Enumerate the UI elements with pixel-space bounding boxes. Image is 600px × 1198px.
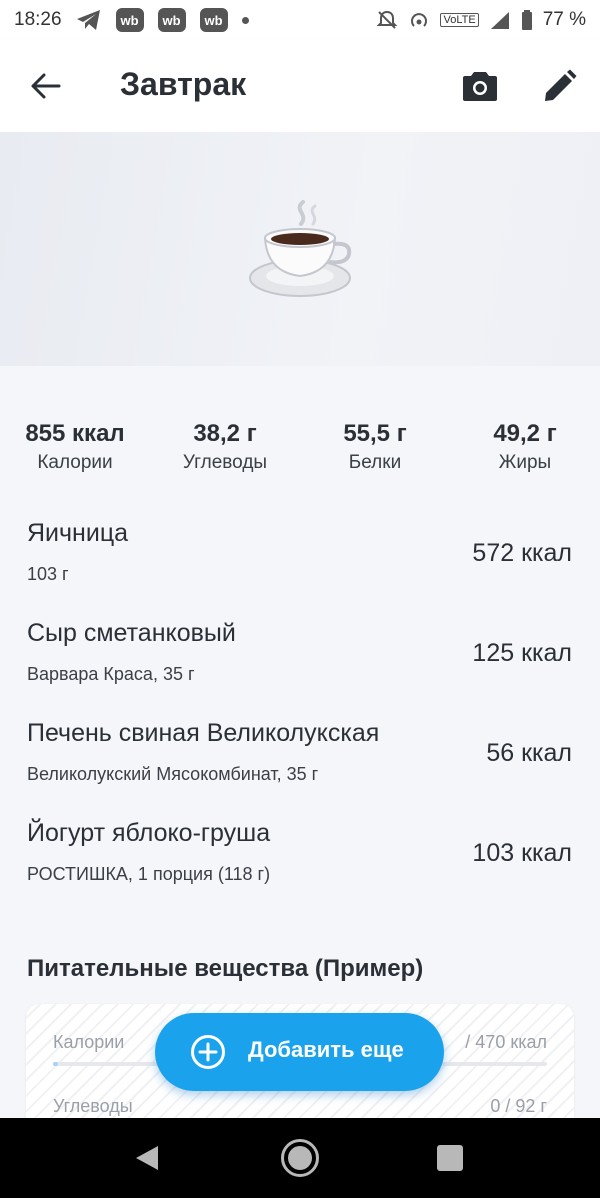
summary-label: Калории bbox=[37, 452, 113, 473]
camera-button[interactable] bbox=[458, 64, 502, 108]
volte-badge: VoLTE bbox=[440, 13, 479, 27]
summary-calories: 855 ккал Калории bbox=[0, 418, 150, 476]
summary-carbs: 38,2 г Углеводы bbox=[150, 418, 300, 476]
wb-notification-icon: wb bbox=[199, 8, 228, 32]
nav-home-inner bbox=[288, 1146, 312, 1170]
food-name: Йогурт яблоко-груша bbox=[27, 819, 271, 847]
food-name: Яичница bbox=[27, 519, 129, 547]
food-item[interactable]: Йогурт яблоко-груша РОСТИШКА, 1 порция (… bbox=[0, 816, 600, 916]
nutrient-label: Калории bbox=[53, 1032, 125, 1052]
mute-icon bbox=[377, 10, 398, 29]
plus-circle-icon bbox=[191, 1035, 225, 1069]
food-item[interactable]: Печень свиная Великолукская Великолукски… bbox=[0, 716, 600, 816]
nutrient-value: 0 / 92 г bbox=[490, 1096, 547, 1116]
page-title: Завтрак bbox=[120, 66, 247, 102]
back-button[interactable] bbox=[24, 64, 68, 108]
wb-notification-icon: wb bbox=[157, 8, 186, 32]
status-left: 18:26 wb wb wb bbox=[14, 8, 249, 32]
nav-home-icon[interactable] bbox=[281, 1139, 319, 1177]
camera-icon bbox=[463, 72, 497, 101]
food-calories: 572 ккал bbox=[472, 539, 572, 567]
coffee-cup-icon bbox=[249, 200, 352, 297]
nav-recents-icon[interactable] bbox=[437, 1145, 463, 1171]
system-nav-bar bbox=[0, 1118, 600, 1198]
wb-notification-icon: wb bbox=[115, 8, 144, 32]
summary-label: Углеводы bbox=[182, 452, 268, 473]
nutrient-progress-fill bbox=[53, 1062, 58, 1066]
summary-fat: 49,2 г Жиры bbox=[450, 418, 600, 476]
food-name: Печень свиная Великолукская bbox=[27, 719, 380, 747]
status-time: 18:26 bbox=[14, 9, 62, 30]
summary-value: 49,2 г bbox=[493, 420, 557, 447]
food-item[interactable]: Яичница 103 г 572 ккал bbox=[0, 516, 600, 616]
food-calories: 103 ккал bbox=[472, 839, 572, 867]
summary-value: 38,2 г bbox=[193, 420, 257, 447]
food-portion: Великолукский Мясокомбинат, 35 г bbox=[27, 764, 319, 784]
summary-protein: 55,5 г Белки bbox=[300, 418, 450, 476]
meal-hero bbox=[0, 132, 600, 366]
battery-percent: 77 % bbox=[542, 9, 586, 30]
hotspot-icon bbox=[411, 13, 428, 27]
food-portion: РОСТИШКА, 1 порция (118 г) bbox=[27, 864, 271, 884]
nav-back-icon[interactable] bbox=[133, 1144, 161, 1172]
nutrient-label: Углеводы bbox=[53, 1096, 133, 1116]
food-name: Сыр сметанковый bbox=[27, 619, 236, 647]
more-notifications-icon bbox=[241, 16, 249, 24]
edit-button[interactable] bbox=[538, 64, 582, 108]
battery-icon bbox=[521, 10, 532, 30]
screen: 18:26 wb wb wb VoLTE 77 % Завтрак 855 кк… bbox=[0, 0, 600, 1198]
status-right: VoLTE 77 % bbox=[376, 9, 586, 31]
food-item[interactable]: Сыр сметанковый Варвара Краса, 35 г 125 … bbox=[0, 616, 600, 716]
app-bar: Завтрак bbox=[0, 40, 600, 132]
food-calories: 56 ккал bbox=[486, 739, 572, 767]
summary-value: 855 ккал bbox=[25, 420, 125, 447]
summary-label: Белки bbox=[348, 452, 402, 473]
status-bar: 18:26 wb wb wb VoLTE 77 % bbox=[0, 0, 600, 40]
nutrient-value: / 470 ккал bbox=[465, 1032, 547, 1052]
pencil-icon bbox=[545, 69, 577, 101]
summary-value: 55,5 г bbox=[343, 420, 407, 447]
add-more-label: Добавить еще bbox=[248, 1037, 404, 1062]
arrow-left-icon bbox=[31, 73, 61, 99]
signal-icon bbox=[490, 12, 509, 29]
food-portion: Варвара Краса, 35 г bbox=[27, 664, 195, 684]
food-calories: 125 ккал bbox=[472, 639, 572, 667]
nutrition-summary: 855 ккал Калории 38,2 г Углеводы 55,5 г … bbox=[0, 418, 600, 478]
food-portion: 103 г bbox=[27, 564, 69, 584]
nutrients-section-title: Питательные вещества (Пример) bbox=[27, 955, 424, 982]
add-more-button[interactable]: Добавить еще bbox=[155, 1013, 444, 1091]
summary-label: Жиры bbox=[498, 452, 552, 473]
telegram-icon bbox=[76, 10, 100, 30]
